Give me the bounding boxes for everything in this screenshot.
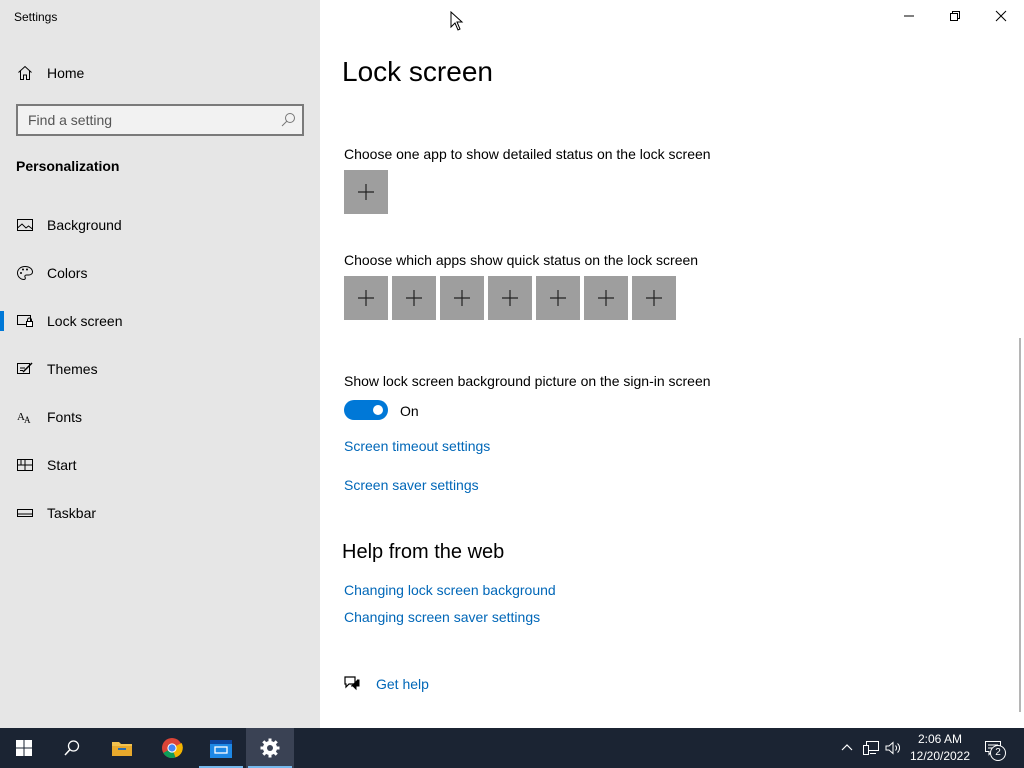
- store-app-icon: [210, 740, 232, 758]
- taskbar-clock[interactable]: 2:06 AM 12/20/2022: [904, 731, 976, 765]
- toggle-state-label: On: [400, 403, 419, 419]
- help-heading: Help from the web: [342, 541, 505, 563]
- sidebar-item-colors[interactable]: Colors: [0, 253, 320, 293]
- help-link-lock-background[interactable]: Changing lock screen background: [344, 582, 556, 598]
- start-icon: [17, 459, 33, 471]
- taskbar: 2:06 AM 12/20/2022 2: [0, 728, 1024, 768]
- quick-status-app-button[interactable]: [440, 276, 484, 320]
- sidebar-item-lock-screen[interactable]: Lock screen: [0, 301, 320, 341]
- help-link-screen-saver[interactable]: Changing screen saver settings: [344, 609, 540, 625]
- themes-icon: [17, 362, 33, 374]
- taskbar-icon: [17, 509, 33, 517]
- add-icon: [502, 290, 518, 306]
- settings-icon: [260, 738, 280, 758]
- network-button[interactable]: [862, 739, 880, 757]
- background-signin-label: Show lock screen background picture on t…: [344, 373, 711, 389]
- sidebar-item-start[interactable]: Start: [0, 445, 320, 485]
- store-app-button[interactable]: [197, 728, 245, 768]
- chat-help-icon[interactable]: [343, 674, 361, 692]
- quick-status-app-button[interactable]: [536, 276, 580, 320]
- sidebar-item-taskbar[interactable]: Taskbar: [0, 493, 320, 533]
- sidebar-item-label: Colors: [47, 265, 88, 281]
- sidebar-item-label: Fonts: [47, 409, 83, 425]
- palette-icon: [16, 265, 34, 281]
- add-icon: [358, 290, 374, 306]
- sidebar-item-label: Start: [47, 457, 77, 473]
- quick-status-app-button[interactable]: [344, 276, 388, 320]
- window-controls: [886, 0, 1024, 32]
- window-title: Settings: [14, 10, 58, 24]
- quick-status-label: Choose which apps show quick status on t…: [344, 252, 699, 268]
- picture-icon: [17, 219, 33, 231]
- start-button[interactable]: [0, 728, 48, 768]
- sidebar-item-label: Background: [47, 217, 122, 233]
- background-signin-toggle[interactable]: [344, 400, 388, 420]
- add-icon: [550, 290, 566, 306]
- close-button[interactable]: [978, 0, 1024, 32]
- section-personalization: Personalization: [16, 158, 120, 174]
- page-title: Lock screen: [342, 56, 493, 87]
- toggle-knob: [373, 405, 383, 415]
- add-icon: [646, 290, 662, 306]
- add-icon: [598, 290, 614, 306]
- chrome-button[interactable]: [148, 728, 196, 768]
- chevron-up-icon: [841, 744, 853, 751]
- mouse-cursor-icon: [450, 11, 464, 31]
- fonts-icon: A A: [17, 411, 31, 425]
- search-icon: [64, 740, 80, 756]
- windows-logo-icon: [16, 740, 32, 756]
- screen-timeout-link[interactable]: Screen timeout settings: [344, 438, 490, 454]
- screen-saver-link[interactable]: Screen saver settings: [344, 477, 479, 493]
- add-icon: [454, 290, 470, 306]
- quick-status-app-button[interactable]: [632, 276, 676, 320]
- network-icon: [863, 741, 879, 755]
- quick-status-app-button[interactable]: [392, 276, 436, 320]
- quick-status-app-button[interactable]: [584, 276, 628, 320]
- show-hidden-icons-button[interactable]: [838, 739, 856, 757]
- home-label: Home: [47, 65, 85, 81]
- speaker-icon: [885, 741, 900, 755]
- nav-home[interactable]: Home: [0, 56, 320, 90]
- scrollbar[interactable]: [1019, 338, 1021, 712]
- close-icon: [995, 10, 1007, 22]
- restore-icon: [950, 11, 960, 21]
- file-explorer-button[interactable]: [98, 728, 146, 768]
- sidebar-item-background[interactable]: Background: [0, 205, 320, 245]
- detailed-status-app-button[interactable]: [344, 170, 388, 214]
- get-help-link[interactable]: Get help: [376, 676, 429, 692]
- add-icon: [406, 290, 422, 306]
- minimize-icon: [904, 15, 914, 17]
- file-explorer-icon: [112, 742, 132, 756]
- search-box[interactable]: [16, 104, 304, 136]
- quick-status-app-button[interactable]: [488, 276, 532, 320]
- taskbar-search-button[interactable]: [48, 728, 96, 768]
- clock-date: 12/20/2022: [909, 749, 971, 763]
- home-icon: [18, 65, 32, 80]
- clock-time: 2:06 AM: [917, 732, 963, 746]
- detailed-status-label: Choose one app to show detailed status o…: [344, 146, 711, 162]
- notification-count-badge: 2: [990, 745, 1006, 761]
- sidebar-item-label: Taskbar: [47, 505, 97, 521]
- sidebar: Settings Home Personalization Background…: [0, 0, 320, 728]
- sidebar-item-label: Themes: [47, 361, 98, 377]
- lock-screen-icon: [17, 315, 33, 327]
- volume-button[interactable]: [884, 739, 902, 757]
- search-icon[interactable]: [280, 112, 296, 128]
- minimize-button[interactable]: [886, 0, 932, 32]
- add-icon: [358, 184, 374, 200]
- restore-button[interactable]: [932, 0, 978, 32]
- chrome-icon: [162, 738, 183, 759]
- settings-taskbar-button[interactable]: [246, 728, 294, 768]
- sidebar-item-fonts[interactable]: A A Fonts: [0, 397, 320, 437]
- svg-text:A: A: [24, 415, 31, 425]
- sidebar-item-themes[interactable]: Themes: [0, 349, 320, 389]
- sidebar-item-label: Lock screen: [47, 313, 123, 329]
- search-input[interactable]: [18, 106, 278, 134]
